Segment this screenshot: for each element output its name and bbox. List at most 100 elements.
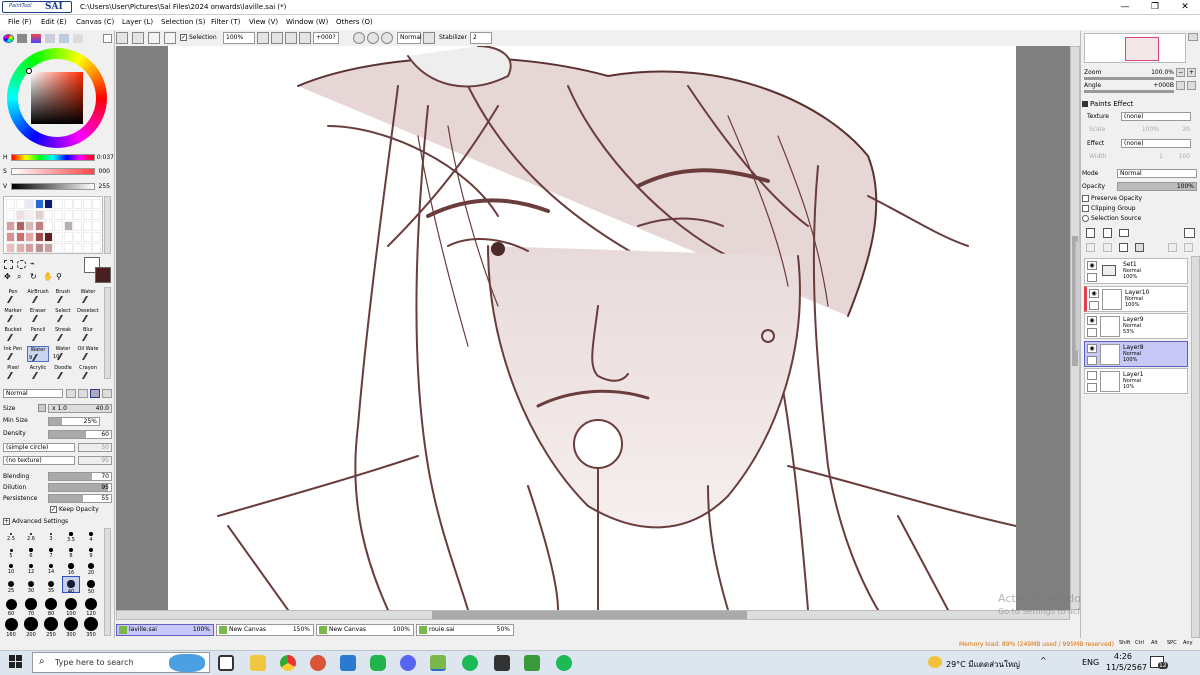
brush-size-preset[interactable] — [68, 563, 74, 569]
tool-deselect[interactable]: Deselect — [77, 308, 99, 322]
color-swatch[interactable] — [44, 199, 54, 209]
brush-size-preset[interactable] — [63, 616, 79, 632]
brush-size-preset[interactable] — [24, 617, 38, 631]
menu-others[interactable]: Others (O) — [336, 18, 373, 26]
brush-size-preset[interactable] — [48, 563, 54, 569]
mail-icon[interactable] — [340, 655, 356, 671]
sat-value[interactable]: 000 — [92, 168, 110, 175]
menu-edit[interactable]: Edit (E) — [41, 18, 67, 26]
brush-blend-select[interactable]: Normal — [3, 389, 63, 398]
hsv-slider-icon[interactable] — [31, 34, 41, 43]
selection-source-checkbox[interactable] — [1082, 215, 1089, 222]
brush-size-preset[interactable] — [88, 563, 94, 569]
magic-wand-icon[interactable]: ⌁ — [30, 260, 39, 269]
menu-layer[interactable]: Layer (L) — [122, 18, 153, 26]
color-swatch[interactable] — [44, 210, 54, 220]
layer-item[interactable]: ◉ Set1 Normal 100% — [1084, 258, 1188, 284]
document-tab[interactable]: New Canvas 100% — [316, 624, 414, 636]
brush-size-preset[interactable] — [4, 617, 18, 631]
calculator-icon[interactable] — [494, 655, 510, 671]
color-swatch[interactable] — [15, 243, 25, 253]
brush-shape-icon[interactable] — [66, 389, 76, 398]
color-swatch[interactable] — [82, 199, 92, 209]
tool-pen[interactable]: Pen — [2, 289, 24, 303]
store-icon[interactable] — [524, 655, 540, 671]
color-swatch[interactable] — [15, 199, 25, 209]
layer-lock-checkbox[interactable] — [1087, 328, 1097, 337]
color-swatch[interactable] — [54, 243, 63, 253]
sv-square[interactable] — [31, 72, 83, 124]
layer-opacity-slider[interactable]: 100% — [1117, 182, 1197, 191]
chrome-icon[interactable] — [280, 655, 296, 671]
palette-icon[interactable] — [45, 34, 55, 43]
tool-oil-wate[interactable]: Oil Wate — [77, 346, 99, 360]
brush-size-preset[interactable] — [9, 564, 13, 568]
brush-shape-select[interactable]: (simple circle) — [3, 443, 75, 452]
tool-scrollbar[interactable] — [104, 287, 111, 379]
canvas-paper[interactable] — [168, 46, 1017, 610]
layer-scrollbar[interactable] — [1191, 256, 1200, 638]
hand-icon[interactable]: ✋ — [43, 273, 53, 282]
density-slider[interactable]: 60 — [48, 430, 112, 439]
brush-shape-icon[interactable] — [102, 389, 112, 398]
menu-file[interactable]: File (F) — [8, 18, 31, 26]
swatch-icon[interactable] — [59, 34, 69, 43]
tray-chevron-icon[interactable]: ^ — [1040, 656, 1047, 665]
apply-mask-icon[interactable] — [1168, 243, 1177, 252]
tool-bucket[interactable]: Bucket — [2, 327, 24, 341]
nav-zoom-track[interactable] — [1084, 77, 1174, 80]
swatch-scrollbar[interactable] — [104, 196, 111, 254]
color-swatch[interactable] — [73, 243, 83, 253]
color-swatch[interactable] — [63, 199, 73, 209]
clipping-group-checkbox[interactable] — [1082, 205, 1089, 212]
panel-splitter[interactable] — [1075, 241, 1081, 351]
color-swatch[interactable] — [6, 199, 15, 209]
brush-size-preset[interactable] — [49, 548, 53, 552]
saturation-slider[interactable] — [11, 168, 95, 175]
brush-size-preset[interactable] — [9, 548, 13, 552]
size-slider[interactable]: x 1.0 40.0 — [48, 404, 112, 413]
file-explorer-icon[interactable] — [250, 655, 266, 671]
move-icon[interactable]: ✥ — [4, 273, 13, 282]
document-tab[interactable]: New Canvas 150% — [216, 624, 314, 636]
navigator-viewport[interactable] — [1125, 37, 1159, 61]
color-swatch[interactable] — [6, 221, 15, 231]
rotate-tool-icon[interactable]: ↻ — [30, 273, 39, 282]
panel-toggle-icon[interactable] — [103, 34, 112, 43]
browser-icon[interactable] — [310, 655, 326, 671]
color-swatch[interactable] — [73, 232, 83, 242]
zoom-fit-icon[interactable] — [299, 32, 311, 44]
nav-button-icon[interactable] — [1188, 33, 1198, 41]
flip-icon[interactable] — [423, 32, 435, 44]
layer-visibility-icon[interactable]: ◉ — [1087, 261, 1097, 270]
brush-size-preset[interactable] — [27, 580, 35, 588]
taskbar-search[interactable]: ⌕ Type here to search — [32, 652, 210, 673]
angle-select[interactable]: +000? — [313, 32, 339, 44]
menu-canvas[interactable]: Canvas (C) — [76, 18, 114, 26]
document-tab[interactable]: laville.sai 100% — [116, 624, 214, 636]
tool-select[interactable]: Select — [52, 308, 74, 322]
zoom-tool-icon[interactable]: ⌕ — [17, 273, 26, 282]
tool-toggle-icon[interactable] — [116, 32, 128, 44]
tool-toggle-icon[interactable] — [132, 32, 144, 44]
color-swatch[interactable] — [73, 221, 83, 231]
tool-water-9[interactable]: Water 9 — [27, 346, 49, 362]
brush-size-preset[interactable] — [84, 597, 98, 611]
brush-size-preset[interactable] — [29, 532, 33, 536]
tool-pencil[interactable]: Pencil — [27, 327, 49, 341]
layer-item[interactable]: ◉ Layer9 Normal 53% — [1084, 313, 1188, 339]
blending-slider[interactable]: 70 — [48, 472, 112, 481]
brush-size-preset[interactable] — [88, 547, 94, 553]
layer-item[interactable]: Layer1 Normal 10% — [1084, 368, 1188, 394]
color-swatch[interactable] — [63, 232, 73, 242]
spotify-icon[interactable] — [462, 655, 478, 671]
brush-size-preset[interactable] — [49, 532, 53, 536]
brush-size-preset[interactable] — [44, 617, 58, 631]
color-swatch[interactable] — [25, 243, 35, 253]
paints-effect-collapse-icon[interactable] — [1082, 101, 1088, 107]
canvas-hscroll-thumb[interactable] — [432, 611, 747, 619]
input-language[interactable]: ENG — [1082, 658, 1099, 667]
nav-angle-track[interactable] — [1084, 90, 1174, 93]
close-button[interactable]: ✕ — [1170, 0, 1200, 15]
rotate-reset-icon[interactable] — [381, 32, 393, 44]
